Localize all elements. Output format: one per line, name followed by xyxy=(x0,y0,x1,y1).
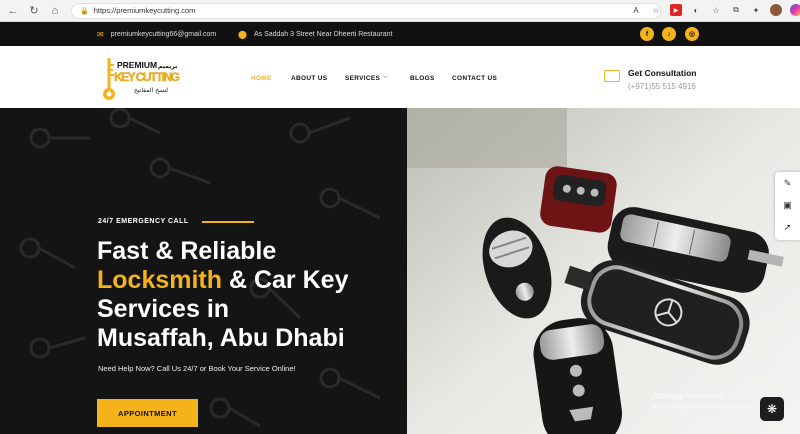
chat-widget-icon: ❋ xyxy=(766,402,778,416)
nav-contact-us[interactable]: CONTACT US xyxy=(452,75,497,82)
hero-title-line-4: Musaffah, Abu Dhabi xyxy=(97,324,345,352)
site-info-icon[interactable]: 🔒 xyxy=(80,7,89,15)
nav-services[interactable]: SERVICES xyxy=(345,75,380,82)
windows-activation-watermark: Activate Windows Go to Settings to activ… xyxy=(652,391,755,410)
copilot-icon[interactable] xyxy=(790,4,800,16)
back-icon[interactable]: ← xyxy=(5,3,21,19)
refresh-icon[interactable]: ↻ xyxy=(26,3,42,19)
logo[interactable]: PREMIUM بريميم KEY CUTTING لنسخ المفاتيح xyxy=(100,54,185,102)
chat-bubble-icon xyxy=(604,70,620,82)
address-bar[interactable]: 🔒 https://premiumkeycutting.com xyxy=(71,2,661,19)
refresh-ext-icon[interactable]: ◐ xyxy=(690,4,702,16)
logo-arabic-bottom: لنسخ المفاتيح xyxy=(134,87,168,94)
top-info-bar: ✉ premiumkeycutting66@gmail.com ⬤ As Sad… xyxy=(0,22,800,46)
hero-title-line-1: Fast & Reliable xyxy=(97,237,277,265)
hero-title-line-2: & Car Key xyxy=(222,266,349,294)
car-keys-image xyxy=(407,108,800,434)
consultation-title: Get Consultation xyxy=(628,68,697,78)
logo-top-text: PREMIUM xyxy=(117,60,157,70)
facebook-icon[interactable]: f xyxy=(640,27,654,41)
collections-icon[interactable]: ⧉ xyxy=(730,4,742,16)
activate-title: Activate Windows xyxy=(652,391,724,401)
email-info[interactable]: ✉ premiumkeycutting66@gmail.com xyxy=(97,30,216,39)
side-widget-bar: ✎ ▣ ➚ xyxy=(775,172,800,240)
profile-avatar[interactable] xyxy=(770,4,782,16)
favorites-icon[interactable]: ☆ xyxy=(710,4,722,16)
nav-about-us[interactable]: ABOUT US xyxy=(291,75,327,82)
hero-title-line-3: Services in xyxy=(97,295,230,323)
logo-arabic-top: بريميم xyxy=(158,63,177,70)
envelope-icon: ✉ xyxy=(97,29,104,39)
activate-subtitle: Go to Settings to activate Windows. xyxy=(652,403,755,410)
eyebrow-divider xyxy=(202,221,254,223)
browser-tools: A ☆ ▶ ◐ ☆ ⧉ ✦ xyxy=(630,4,800,16)
rocket-icon[interactable]: ➚ xyxy=(775,216,800,238)
chat-widget-button[interactable]: ❋ xyxy=(760,397,784,421)
home-icon[interactable]: ⌂ xyxy=(47,3,63,19)
extension-icon[interactable]: ▶ xyxy=(670,4,682,16)
chevron-down-icon[interactable]: ⌵ xyxy=(383,74,388,81)
emergency-eyebrow: 24/7 EMERGENCY CALL xyxy=(98,218,189,225)
hero-title-highlight: Locksmith xyxy=(97,266,223,294)
address-info: ⬤ As Saddah 3 Street Near Dheerti Restau… xyxy=(238,30,392,39)
car-keys-photo xyxy=(407,108,800,434)
appointment-button[interactable]: APPOINTMENT xyxy=(97,399,198,427)
notes-icon[interactable]: ▣ xyxy=(775,194,800,216)
hero-title: Fast & Reliable Locksmith & Car Key Serv… xyxy=(97,237,397,353)
extensions-icon[interactable]: ✦ xyxy=(750,4,762,16)
hero-subtitle: Need Help Now? Call Us 24/7 or Book Your… xyxy=(98,364,296,373)
tiktok-icon[interactable]: ♪ xyxy=(662,27,676,41)
location-pin-icon: ⬤ xyxy=(238,29,247,39)
logo-main-text: KEY CUTTING xyxy=(114,70,180,84)
magic-edit-icon[interactable]: ✎ xyxy=(775,172,800,194)
consultation-phone[interactable]: (+971)55 515 4916 xyxy=(628,82,696,91)
nav-home[interactable]: HOME xyxy=(251,75,272,82)
email-text: premiumkeycutting66@gmail.com xyxy=(110,30,217,38)
instagram-icon[interactable]: ◎ xyxy=(685,27,699,41)
hero-section: 24/7 EMERGENCY CALL Fast & Reliable Lock… xyxy=(0,108,407,434)
nav-blogs[interactable]: BLOGS xyxy=(410,75,435,82)
site-header: PREMIUM بريميم KEY CUTTING لنسخ المفاتيح… xyxy=(0,46,800,108)
url-text: https://premiumkeycutting.com xyxy=(93,6,196,15)
browser-toolbar: ← ↻ ⌂ 🔒 https://premiumkeycutting.com A … xyxy=(0,0,800,22)
read-aloud-icon[interactable]: A xyxy=(630,4,642,16)
favorite-star-icon[interactable]: ☆ xyxy=(650,4,662,16)
address-text: As Saddah 3 Street Near Dheerti Restaura… xyxy=(253,30,393,38)
